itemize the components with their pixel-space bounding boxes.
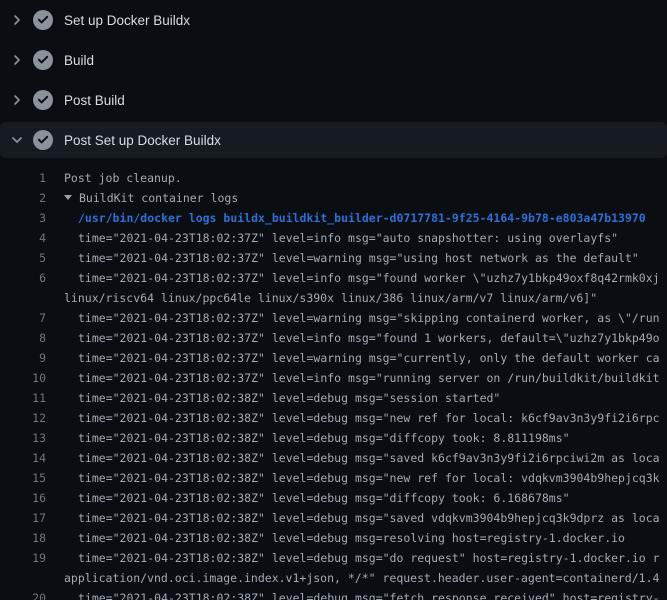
check-circle-icon xyxy=(33,90,53,110)
log-line: 9 time="2021-04-23T18:02:37Z" level=warn… xyxy=(0,348,667,368)
log-line-text: Post job cleanup. xyxy=(64,168,182,188)
log-line-number[interactable]: 3 xyxy=(0,208,46,228)
log-line: 3 /usr/bin/docker logs buildx_buildkit_b… xyxy=(0,208,667,228)
log-line-text: time="2021-04-23T18:02:38Z" level=debug … xyxy=(78,428,570,448)
log-group-header: 2 BuildKit container logs xyxy=(0,188,667,208)
chevron-down-icon[interactable] xyxy=(9,132,25,148)
log-line: 11 time="2021-04-23T18:02:38Z" level=deb… xyxy=(0,388,667,408)
log-line-text: time="2021-04-23T18:02:37Z" level=warnin… xyxy=(78,308,660,328)
log-line-number[interactable]: 13 xyxy=(0,428,46,448)
log-line-text: time="2021-04-23T18:02:37Z" level=info m… xyxy=(78,228,618,248)
log-line-number[interactable]: 1 xyxy=(0,168,46,188)
group-toggle-caret-icon[interactable] xyxy=(64,195,72,200)
log-line: 16 time="2021-04-23T18:02:38Z" level=deb… xyxy=(0,488,667,508)
log-line: 15 time="2021-04-23T18:02:38Z" level=deb… xyxy=(0,468,667,488)
log-line-text: time="2021-04-23T18:02:38Z" level=debug … xyxy=(78,468,660,488)
chevron-right-icon[interactable] xyxy=(9,52,25,68)
log-line-text: time="2021-04-23T18:02:37Z" level=warnin… xyxy=(78,248,639,268)
log-line: 14 time="2021-04-23T18:02:38Z" level=deb… xyxy=(0,448,667,468)
log-line-number[interactable]: 8 xyxy=(0,328,46,348)
log-line-number[interactable]: 14 xyxy=(0,448,46,468)
log-line-text: time="2021-04-23T18:02:38Z" level=debug … xyxy=(78,388,500,408)
log-line-number[interactable]: 11 xyxy=(0,388,46,408)
log-line: 20 time="2021-04-23T18:02:38Z" level=deb… xyxy=(0,588,667,600)
log-line-number[interactable]: 10 xyxy=(0,368,46,388)
log-line: 7 time="2021-04-23T18:02:37Z" level=warn… xyxy=(0,308,667,328)
check-circle-icon xyxy=(33,130,53,150)
log-line-text: BuildKit container logs xyxy=(79,188,238,208)
log-line: 13 time="2021-04-23T18:02:38Z" level=deb… xyxy=(0,428,667,448)
log-line-text: time="2021-04-23T18:02:37Z" level=info m… xyxy=(78,328,660,348)
step-label: Set up Docker Buildx xyxy=(64,13,190,28)
log-line-text: linux/riscv64 linux/ppc64le linux/s390x … xyxy=(64,288,597,308)
log-line: 5 time="2021-04-23T18:02:37Z" level=warn… xyxy=(0,248,667,268)
log-line-number xyxy=(0,568,46,588)
log-line: 1 Post job cleanup. xyxy=(0,168,667,188)
log-line-text: time="2021-04-23T18:02:37Z" level=info m… xyxy=(78,268,660,288)
log-line-number[interactable]: 6 xyxy=(0,268,46,288)
log-line: linux/riscv64 linux/ppc64le linux/s390x … xyxy=(0,288,667,308)
log-line-number[interactable]: 9 xyxy=(0,348,46,368)
log-line-number[interactable]: 2 xyxy=(0,188,46,208)
log-line: application/vnd.oci.image.index.v1+json,… xyxy=(0,568,667,588)
log-line-text: time="2021-04-23T18:02:38Z" level=debug … xyxy=(78,448,660,468)
step-label: Post Build xyxy=(64,93,125,108)
log-line-text: time="2021-04-23T18:02:38Z" level=debug … xyxy=(78,488,570,508)
step-label: Post Set up Docker Buildx xyxy=(64,133,221,148)
log-line: 18 time="2021-04-23T18:02:38Z" level=deb… xyxy=(0,528,667,548)
log-line: 8 time="2021-04-23T18:02:37Z" level=info… xyxy=(0,328,667,348)
log-line-text: application/vnd.oci.image.index.v1+json,… xyxy=(64,568,659,588)
chevron-right-icon[interactable] xyxy=(9,92,25,108)
step-row-set-up-docker-buildx[interactable]: Set up Docker Buildx xyxy=(0,0,667,40)
log-line-text: time="2021-04-23T18:02:38Z" level=debug … xyxy=(78,508,660,528)
log-line-number[interactable]: 15 xyxy=(0,468,46,488)
log-line-number[interactable]: 20 xyxy=(0,588,46,600)
log-line-number[interactable]: 4 xyxy=(0,228,46,248)
log-line-text: /usr/bin/docker logs buildx_buildkit_bui… xyxy=(78,208,646,228)
log-line-number[interactable]: 12 xyxy=(0,408,46,428)
log-line: 17 time="2021-04-23T18:02:38Z" level=deb… xyxy=(0,508,667,528)
log-line-number[interactable]: 19 xyxy=(0,548,46,568)
steps-list: Set up Docker Buildx Build Post Build Po… xyxy=(0,0,667,158)
log-line: 6 time="2021-04-23T18:02:37Z" level=info… xyxy=(0,268,667,288)
check-circle-icon xyxy=(33,50,53,70)
log-line: 10 time="2021-04-23T18:02:37Z" level=inf… xyxy=(0,368,667,388)
step-row-build[interactable]: Build xyxy=(0,40,667,80)
log-line-number[interactable]: 17 xyxy=(0,508,46,528)
log-line: 19 time="2021-04-23T18:02:38Z" level=deb… xyxy=(0,548,667,568)
log-line-number[interactable]: 16 xyxy=(0,488,46,508)
log-line-text: time="2021-04-23T18:02:37Z" level=warnin… xyxy=(78,348,660,368)
step-label: Build xyxy=(64,53,94,68)
log-line-text: time="2021-04-23T18:02:38Z" level=debug … xyxy=(78,528,625,548)
log-line: 4 time="2021-04-23T18:02:37Z" level=info… xyxy=(0,228,667,248)
job-steps-panel: Set up Docker Buildx Build Post Build Po… xyxy=(0,0,667,600)
log-line-text: time="2021-04-23T18:02:38Z" level=debug … xyxy=(78,408,660,428)
log-line-text: time="2021-04-23T18:02:38Z" level=debug … xyxy=(78,548,660,568)
log-line: 12 time="2021-04-23T18:02:38Z" level=deb… xyxy=(0,408,667,428)
check-circle-icon xyxy=(33,10,53,30)
log-line-text: time="2021-04-23T18:02:38Z" level=debug … xyxy=(78,588,660,600)
log-line-number[interactable]: 5 xyxy=(0,248,46,268)
log-area: 1 Post job cleanup. 2 BuildKit container… xyxy=(0,158,667,600)
step-row-post-set-up-docker-buildx[interactable]: Post Set up Docker Buildx xyxy=(0,122,667,158)
step-row-post-build[interactable]: Post Build xyxy=(0,80,667,120)
log-line-number[interactable]: 18 xyxy=(0,528,46,548)
log-line-number[interactable]: 7 xyxy=(0,308,46,328)
chevron-right-icon[interactable] xyxy=(9,12,25,28)
log-line-text: time="2021-04-23T18:02:37Z" level=info m… xyxy=(78,368,660,388)
log-line-number xyxy=(0,288,46,308)
